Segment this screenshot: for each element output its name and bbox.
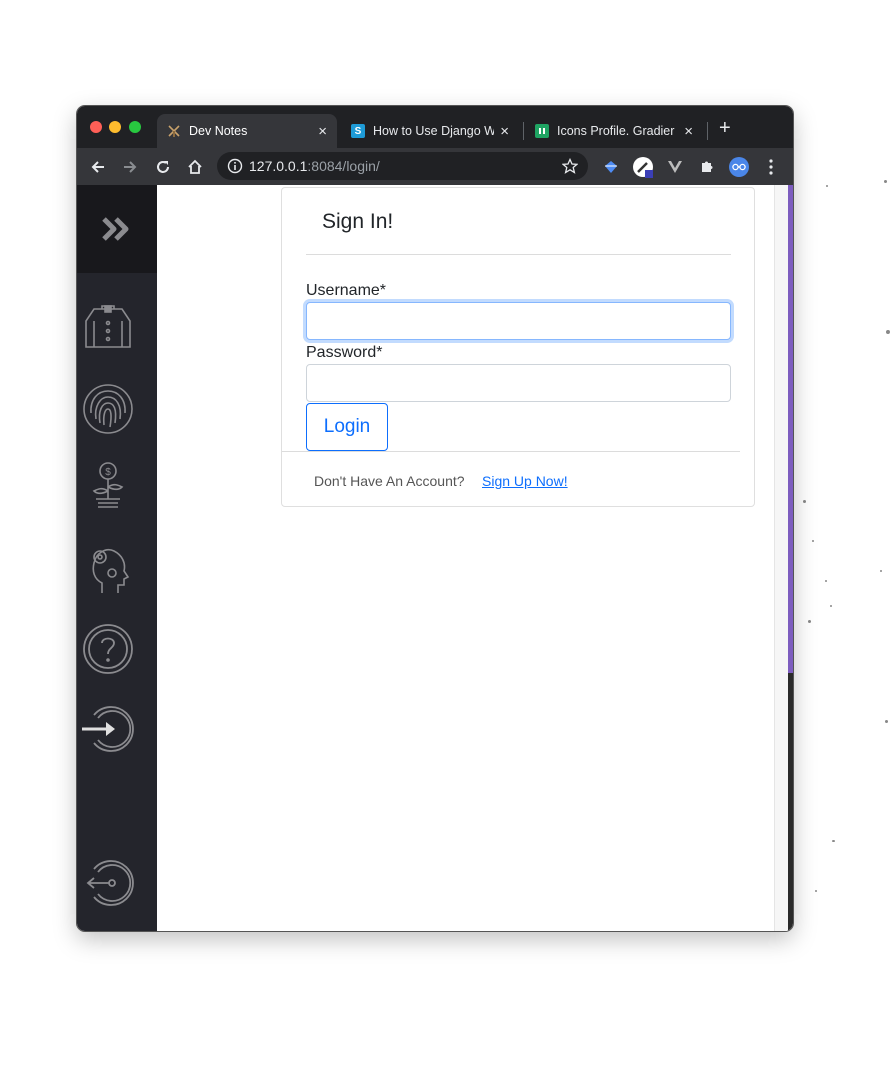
tab-django[interactable]: S How to Use Django W × — [341, 114, 519, 148]
sidebar: $ — [77, 185, 157, 931]
forward-icon[interactable] — [119, 156, 141, 178]
home-icon[interactable] — [184, 156, 206, 178]
bookmark-star-icon[interactable] — [562, 158, 578, 174]
windmill-icon — [167, 124, 181, 138]
divider — [306, 254, 731, 255]
tab-strip: Dev Notes × S How to Use Django W × Icon… — [77, 106, 793, 148]
tab-title: Dev Notes — [189, 124, 248, 138]
double-chevron-icon — [102, 217, 129, 241]
sidebar-brand[interactable] — [77, 185, 157, 273]
sign-in-title: Sign In! — [322, 210, 394, 233]
close-tab-icon[interactable]: × — [318, 123, 327, 140]
tab-title: How to Use Django W — [373, 124, 495, 138]
browser-menu-icon[interactable] — [760, 156, 782, 178]
money-plant-icon[interactable]: $ — [82, 461, 134, 513]
password-label: Password* — [306, 344, 383, 361]
logout-icon[interactable] — [82, 857, 134, 909]
no-account-text: Don't Have An Account? — [314, 473, 465, 489]
extension-diamond-icon[interactable] — [600, 156, 622, 178]
extensions-puzzle-icon[interactable] — [696, 156, 718, 178]
side-accent-bar — [788, 185, 793, 673]
url-text: 127.0.0.1:8084/login/ — [249, 158, 380, 174]
green-puzzle-icon — [535, 124, 549, 138]
extension-vue-icon[interactable] — [664, 156, 686, 178]
tab-icons-profile[interactable]: Icons Profile. Gradier × — [525, 114, 703, 148]
sign-up-link[interactable]: Sign Up Now! — [482, 473, 568, 489]
login-arrow-icon[interactable] — [82, 703, 134, 755]
question-icon[interactable] — [82, 623, 134, 675]
username-label: Username* — [306, 282, 387, 299]
new-tab-button[interactable]: + — [719, 118, 731, 138]
close-tab-icon[interactable]: × — [500, 123, 509, 140]
tab-title: Icons Profile. Gradier — [557, 124, 675, 138]
maximize-window-button[interactable] — [129, 121, 141, 133]
tab-dev-notes[interactable]: Dev Notes × — [157, 114, 337, 148]
profile-avatar-icon[interactable] — [728, 156, 750, 178]
s-favicon-icon: S — [351, 124, 365, 138]
tab-separator — [707, 122, 708, 140]
info-icon[interactable] — [227, 158, 243, 174]
password-input[interactable] — [306, 364, 731, 402]
scrollbar[interactable] — [774, 185, 789, 931]
username-input[interactable] — [306, 302, 731, 340]
fingerprint-icon[interactable] — [82, 383, 134, 435]
sign-in-card: Sign In! Username* Password* Login Don't… — [281, 187, 755, 507]
url-path: :8084/login/ — [307, 158, 380, 174]
shirt-icon[interactable] — [82, 303, 134, 355]
page-content: $ Sign In! Username* Password* Login Don… — [77, 185, 793, 931]
browser-window: Dev Notes × S How to Use Django W × Icon… — [77, 106, 793, 931]
back-icon[interactable] — [87, 156, 109, 178]
minimize-window-button[interactable] — [109, 121, 121, 133]
browser-toolbar: 127.0.0.1:8084/login/ — [77, 148, 793, 185]
extension-colorpicker-icon[interactable] — [632, 156, 654, 178]
address-bar[interactable]: 127.0.0.1:8084/login/ — [217, 152, 588, 180]
mind-gear-icon[interactable] — [82, 543, 134, 595]
close-tab-icon[interactable]: × — [684, 123, 693, 140]
close-window-button[interactable] — [90, 121, 102, 133]
svg-text:$: $ — [105, 467, 111, 478]
login-button[interactable]: Login — [306, 403, 388, 451]
divider — [282, 451, 740, 452]
side-dark-bar — [788, 673, 793, 931]
reload-icon[interactable] — [152, 156, 174, 178]
tab-separator — [523, 122, 524, 140]
url-host: 127.0.0.1 — [249, 158, 308, 174]
